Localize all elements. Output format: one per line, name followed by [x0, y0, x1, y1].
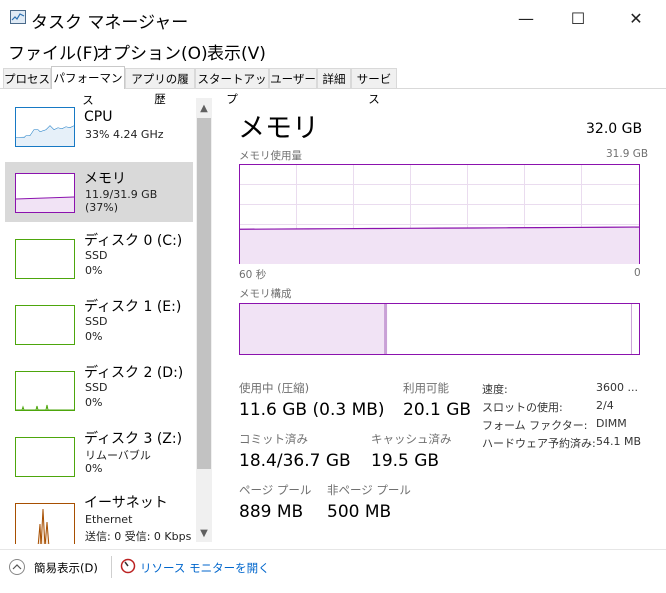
tab-users[interactable]: ユーザー — [269, 68, 317, 88]
spec-value: 54.1 MB — [596, 435, 642, 448]
spec-label: ハードウェア予約済み: — [482, 437, 596, 450]
close-button[interactable]: ✕ — [613, 0, 659, 36]
in-use-value: 11.6 GB (0.3 MB) — [239, 400, 385, 420]
sidebar-item-label: ディスク 2 (D:) — [84, 365, 184, 381]
nonpaged-pool-label: 非ページ プール — [327, 483, 411, 497]
menu-options[interactable]: オプション(O) — [96, 39, 208, 64]
cached-value: 19.5 GB — [371, 451, 440, 471]
sidebar-item-type: Ethernet — [85, 513, 133, 526]
sidebar-item-label: メモリ — [84, 171, 126, 187]
graph-axis-left: 60 秒 — [239, 269, 267, 281]
sidebar-item-type: リムーバブル — [85, 449, 151, 462]
sidebar-item-disk-0[interactable]: ディスク 0 (C:) SSD 0% — [5, 228, 193, 288]
scrollbar-thumb[interactable] — [197, 118, 211, 469]
minimize-button[interactable]: — — [503, 0, 549, 36]
sidebar-item-type: SSD — [85, 315, 108, 328]
spec-value: 3600 ... — [596, 381, 638, 394]
composition-label: メモリ構成 — [239, 288, 292, 300]
usage-graph-label: メモリ使用量 — [239, 150, 302, 162]
footer-separator — [111, 556, 112, 578]
committed-value: 18.4/36.7 GB — [239, 451, 351, 471]
spec-label: スロットの使用: — [482, 401, 563, 414]
nonpaged-pool-value: 500 MB — [327, 502, 392, 522]
memory-total: 32.0 GB — [586, 121, 643, 137]
sidebar-item-detail: 0% — [85, 330, 103, 343]
cached-label: キャッシュ済み — [371, 432, 452, 446]
disk-thumbnail-graph — [15, 239, 75, 279]
sidebar-item-type: SSD — [85, 381, 108, 394]
in-use-label: 使用中 (圧縮) — [239, 381, 310, 395]
maximize-button[interactable]: ☐ — [555, 0, 601, 36]
sidebar-item-detail: 33% 4.24 GHz — [85, 128, 164, 141]
resource-monitor-icon[interactable] — [120, 558, 136, 574]
window-title: タスク マネージャー — [31, 13, 189, 33]
sidebar-item-ethernet[interactable]: イーサネット Ethernet 送信: 0 受信: 0 Kbps — [5, 492, 193, 544]
disk-thumbnail-graph — [15, 305, 75, 345]
paged-pool-label: ページ プール — [239, 483, 312, 497]
tab-app-history[interactable]: アプリの履歴 — [125, 68, 195, 106]
sidebar-item-detail: 11.9/31.9 GB (37%) — [85, 188, 158, 214]
tab-details[interactable]: 詳細 — [317, 68, 351, 88]
available-label: 利用可能 — [403, 381, 449, 395]
spec-value: 2/4 — [596, 399, 614, 412]
graph-axis-right: 0 — [634, 267, 641, 279]
committed-label: コミット済み — [239, 432, 308, 446]
footer-divider — [0, 549, 666, 550]
sidebar-item-label: ディスク 0 (C:) — [84, 233, 183, 249]
scroll-down-icon[interactable]: ▼ — [196, 525, 212, 543]
paged-pool-value: 889 MB — [239, 502, 304, 522]
sidebar-item-disk-1[interactable]: ディスク 1 (E:) SSD 0% — [5, 294, 193, 354]
sidebar-item-label: ディスク 3 (Z:) — [84, 431, 183, 447]
tab-services[interactable]: サービス — [351, 68, 397, 106]
open-resource-monitor-link[interactable]: リソース モニターを開く — [140, 560, 270, 576]
sidebar-item-disk-2[interactable]: ディスク 2 (D:) SSD 0% — [5, 360, 193, 420]
sidebar-item-type: SSD — [85, 249, 108, 262]
fewer-details-button[interactable]: 簡易表示(D) — [34, 560, 98, 576]
available-value: 20.1 GB — [403, 400, 472, 420]
sidebar-item-cpu[interactable]: CPU 33% 4.24 GHz — [5, 96, 193, 156]
tab-performance[interactable]: パフォーマンス — [51, 66, 125, 107]
chevron-up-icon[interactable] — [9, 559, 25, 575]
page-title: メモリ — [238, 113, 319, 144]
tab-processes[interactable]: プロセス — [3, 68, 51, 88]
spec-label: フォーム ファクター: — [482, 419, 588, 432]
disk-thumbnail-graph — [15, 437, 75, 477]
spec-label: 速度: — [482, 383, 508, 396]
menu-file[interactable]: ファイル(F) — [8, 39, 99, 64]
sidebar-item-memory[interactable]: メモリ 11.9/31.9 GB (37%) — [5, 162, 193, 222]
usage-area — [240, 227, 639, 264]
task-manager-icon — [10, 10, 26, 24]
sidebar-item-detail: 0% — [85, 396, 103, 409]
memory-usage-graph — [239, 164, 640, 264]
menu-view[interactable]: 表示(V) — [207, 39, 266, 64]
sidebar-item-detail: 送信: 0 受信: 0 Kbps — [85, 530, 192, 543]
sidebar-item-label: ディスク 1 (E:) — [84, 299, 182, 315]
scroll-up-icon[interactable]: ▲ — [196, 100, 212, 118]
composition-in-use — [240, 304, 386, 354]
sidebar-item-label: CPU — [84, 109, 113, 125]
memory-thumbnail-graph — [15, 173, 75, 213]
usage-graph-max: 31.9 GB — [606, 148, 649, 160]
tab-startup[interactable]: スタートアップ — [195, 68, 269, 106]
ethernet-thumbnail-graph — [15, 503, 75, 544]
memory-composition-bar — [239, 303, 640, 355]
cpu-thumbnail-graph — [15, 107, 75, 147]
spec-value: DIMM — [596, 417, 627, 430]
sidebar-item-detail: 0% — [85, 462, 103, 475]
sidebar-item-detail: 0% — [85, 264, 103, 277]
disk-thumbnail-graph — [15, 371, 75, 411]
sidebar-item-disk-3[interactable]: ディスク 3 (Z:) リムーバブル 0% — [5, 426, 193, 486]
sidebar-item-label: イーサネット — [84, 495, 168, 511]
